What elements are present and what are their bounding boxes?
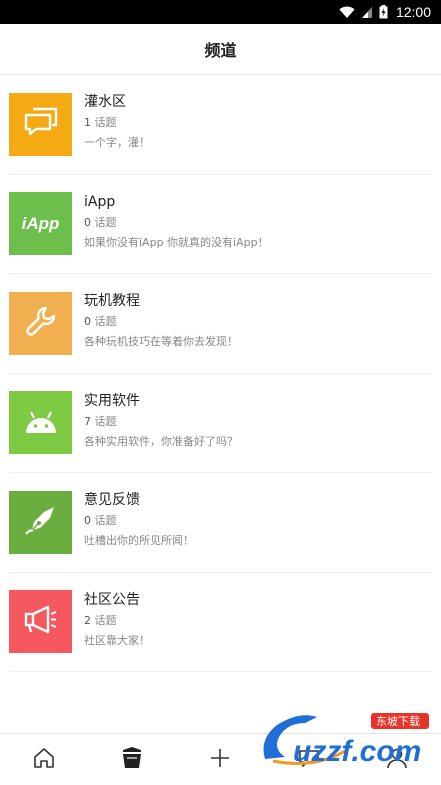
channel-name: iApp [84,193,116,210]
watermark-text: uzzf.com [293,735,421,768]
channel-name: 灌水区 [84,94,126,111]
wifi-icon [339,6,355,19]
channel-thumb [9,92,72,156]
chat-bubbles-icon [24,107,58,141]
channel-desc: 社区靠大家！ [84,633,150,647]
channel-item-tutorials[interactable]: 玩机教程 0 话题 各种玩机技巧在等着你去发现！ [9,274,432,374]
channel-desc: 各种实用软件，你准备好了吗？ [84,434,238,448]
topic-count: 0 话题 [84,514,117,528]
home-icon [33,747,55,773]
channel-desc: 如果你没有iApp 你就真的没有iApp！ [84,235,269,249]
channel-list: 灌水区 1 话题 一个字，灌！ iApp iApp 0 话题 如果你没有iApp… [0,75,441,672]
page-title: 频道 [204,41,237,60]
clock: 12:00 [395,4,431,20]
channel-desc: 一个字，灌！ [84,136,150,150]
channel-item-announcements[interactable]: 社区公告 2 话题 社区靠大家！ [9,573,432,672]
topic-count: 0 话题 [84,315,117,329]
topic-count: 7 话题 [84,414,117,428]
channel-thumb [9,590,72,654]
channel-desc: 各种玩机技巧在等着你去发现！ [84,335,238,349]
wrench-icon [25,305,57,341]
topic-count: 0 话题 [84,215,117,229]
channel-thumb [9,291,72,355]
app-header: 频道 [0,24,441,75]
android-icon [23,408,59,438]
channel-item-software[interactable]: 实用软件 7 话题 各种实用软件，你准备好了吗？ [9,374,432,473]
megaphone-icon [23,605,59,639]
channel-thumb: iApp [9,192,72,256]
channel-thumb [9,490,72,554]
channel-icon [120,746,144,774]
channel-item-guanshui[interactable]: 灌水区 1 话题 一个字，灌！ [9,75,432,175]
channel-name: 意见反馈 [84,492,140,509]
watermark-tag: 东坡下载 [376,715,420,728]
channel-name: 实用软件 [84,392,140,409]
battery-icon [379,5,388,19]
channel-thumb [9,391,72,455]
pen-nib-icon [24,503,58,541]
plus-icon [210,748,230,772]
site-watermark: uzzf.com 东坡下载 [255,711,435,771]
tab-home[interactable] [14,740,74,780]
channel-desc: 吐槽出你的所见所闻！ [84,534,194,548]
channel-item-feedback[interactable]: 意见反馈 0 话题 吐槽出你的所见所闻！ [9,473,432,573]
tab-new-post[interactable] [190,740,250,780]
tab-channels[interactable] [102,740,162,780]
channel-item-iapp[interactable]: iApp iApp 0 话题 如果你没有iApp 你就真的没有iApp！ [9,175,432,274]
signal-icon [361,6,373,19]
channel-name: 玩机教程 [84,293,140,310]
status-bar: 12:00 [0,0,441,24]
channel-name: 社区公告 [84,591,140,608]
iapp-logo-icon: iApp [21,213,60,233]
topic-count: 2 话题 [84,613,117,627]
topic-count: 1 话题 [84,116,117,130]
